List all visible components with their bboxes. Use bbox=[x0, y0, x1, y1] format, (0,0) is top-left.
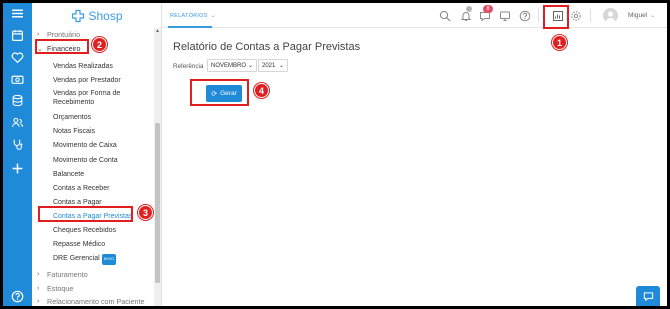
app-window: Shosp › Prontuário ⌄ Financeiro Vendas R… bbox=[3, 3, 667, 306]
question-icon[interactable] bbox=[518, 9, 531, 22]
callout-box-financeiro bbox=[35, 39, 89, 54]
reference-label: Referência bbox=[173, 63, 204, 70]
sidebar-subitem-cheques-recebidos[interactable]: Cheques Recebidos bbox=[53, 226, 116, 235]
month-value: NOVEMBRO bbox=[211, 62, 247, 69]
notification-badge: 8 bbox=[483, 5, 493, 13]
logo-cross-icon bbox=[72, 9, 85, 22]
calendar-icon[interactable] bbox=[3, 25, 32, 45]
sidebar-subitem-movimento-caixa[interactable]: Movimento de Caixa bbox=[53, 141, 117, 150]
sidebar-item-label: DRE Gerencial bbox=[53, 255, 100, 262]
sidebar-item-estoque[interactable]: › Estoque bbox=[37, 284, 73, 293]
year-select[interactable]: 2021 ⌄ bbox=[258, 59, 288, 72]
sidebar-item-label: Estoque bbox=[47, 284, 74, 293]
sidebar-subitem-movimento-conta[interactable]: Movimento de Conta bbox=[53, 156, 118, 165]
heart-icon[interactable] bbox=[3, 47, 32, 67]
sidebar-subitem-vendas-por-prestador[interactable]: Vendas por Prestador bbox=[53, 76, 121, 85]
chevron-down-icon: ⌄ bbox=[247, 63, 253, 69]
callout-number-3: 3 bbox=[138, 205, 153, 220]
chevron-right-icon: › bbox=[37, 285, 40, 292]
top-bar: RELATÓRIOS ⌄ 8 Miguel ⌄ bbox=[162, 3, 667, 28]
page-title: Relatório de Contas a Pagar Previstas bbox=[173, 41, 361, 53]
stethoscope-icon[interactable] bbox=[3, 134, 32, 154]
search-icon[interactable] bbox=[438, 9, 451, 22]
chevron-right-icon: › bbox=[37, 298, 40, 305]
monitor-icon[interactable] bbox=[498, 9, 511, 22]
bell-dot bbox=[466, 6, 472, 12]
sidebar-subitem-orcamentos[interactable]: Orçamentos bbox=[53, 113, 91, 122]
sidebar-item-relacionamento[interactable]: › Relacionamento com Paciente bbox=[37, 297, 144, 306]
scroll-up-icon[interactable]: ▲ bbox=[154, 28, 161, 35]
money-icon[interactable] bbox=[3, 69, 32, 89]
chevron-down-icon: ⌄ bbox=[650, 13, 656, 19]
sidebar-item-label: Relacionamento com Paciente bbox=[47, 297, 145, 306]
user-name: Miguel bbox=[628, 12, 648, 19]
new-badge: NOVO bbox=[101, 254, 116, 265]
callout-number-1: 1 bbox=[552, 35, 567, 50]
app-logo[interactable]: Shosp bbox=[32, 3, 162, 28]
sidebar-subitem-vendas-forma-pagamento[interactable]: Vendas por Forma de bbox=[53, 89, 120, 98]
sidebar-item-label: Prontuário bbox=[47, 30, 81, 39]
toolbar-divider bbox=[590, 9, 591, 22]
tab-relatorios[interactable]: RELATÓRIOS ⌄ bbox=[170, 3, 216, 28]
sidebar-scrollbar[interactable]: ▲ bbox=[154, 28, 161, 306]
sidebar-subitem-balancete[interactable]: Balancete bbox=[53, 170, 84, 179]
user-menu[interactable]: Miguel ⌄ bbox=[628, 12, 655, 19]
chevron-down-icon: ⌄ bbox=[210, 13, 216, 19]
main-content: Relatório de Contas a Pagar Previstas Re… bbox=[162, 28, 667, 306]
sidebar-item-label: Faturamento bbox=[47, 270, 88, 279]
sidebar-subitem-recebimento[interactable]: Recebimento bbox=[53, 98, 94, 107]
icon-rail bbox=[3, 3, 32, 306]
tab-label: RELATÓRIOS bbox=[170, 12, 208, 19]
chat-widget-button[interactable] bbox=[636, 286, 660, 306]
month-select[interactable]: NOVEMBRO ⌄ bbox=[207, 59, 257, 72]
sidebar-subitem-notas-fiscais[interactable]: Notas Fiscais bbox=[53, 127, 95, 136]
plus-icon[interactable] bbox=[3, 158, 32, 178]
chat-bubble-icon bbox=[643, 291, 653, 301]
users-icon[interactable] bbox=[3, 112, 32, 132]
sidebar-item-prontuario[interactable]: › Prontuário bbox=[37, 30, 80, 39]
database-icon[interactable] bbox=[3, 90, 32, 110]
avatar[interactable] bbox=[603, 8, 618, 23]
toolbar-divider bbox=[538, 9, 539, 22]
chevron-down-icon: ⌄ bbox=[278, 63, 284, 69]
gear-icon[interactable] bbox=[569, 9, 582, 22]
sidebar-item-faturamento[interactable]: › Faturamento bbox=[37, 270, 88, 279]
sidebar-subitem-contas-receber[interactable]: Contas a Receber bbox=[53, 184, 109, 193]
scrollbar-thumb[interactable] bbox=[155, 123, 160, 283]
sidebar-subitem-vendas-realizadas[interactable]: Vendas Realizadas bbox=[53, 62, 113, 71]
callout-box-contas-previstas bbox=[38, 206, 133, 222]
logo-text: Shosp bbox=[88, 8, 123, 23]
help-icon[interactable] bbox=[3, 286, 32, 306]
sidebar-subitem-repasse-medico[interactable]: Repasse Médico bbox=[53, 240, 105, 249]
year-value: 2021 bbox=[262, 62, 276, 69]
callout-number-2: 2 bbox=[92, 37, 107, 52]
callout-number-4: 4 bbox=[254, 83, 269, 98]
sidebar-subitem-dre-gerencial[interactable]: DRE Gerencial NOVO bbox=[53, 254, 116, 265]
callout-box-report bbox=[543, 5, 569, 29]
menu-icon[interactable] bbox=[3, 3, 32, 23]
user-icon bbox=[605, 11, 616, 23]
callout-box-gerar bbox=[190, 79, 249, 106]
chevron-right-icon: › bbox=[37, 271, 40, 278]
chevron-right-icon: › bbox=[37, 31, 40, 38]
